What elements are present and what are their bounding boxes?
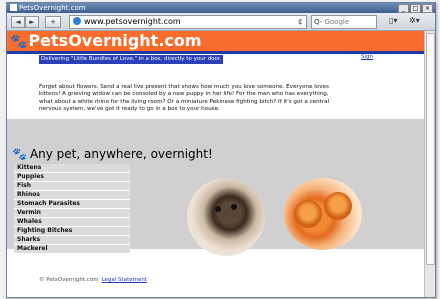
pet-item-rhinos[interactable]: Rhinos [14,191,130,200]
tagline-row: Delivering "Little Bundles of Love," in … [7,54,425,64]
tagline: Delivering "Little Bundles of Love," in … [39,55,224,64]
minimize-button[interactable]: _ [398,4,409,13]
browser-toolbar: ◄ ► + www.petsovernight.com ¢ Q- Google … [7,13,435,31]
sign-in-link[interactable]: Sign [361,54,373,60]
scrollbar-thumb[interactable] [426,33,435,265]
search-icon: Q- [314,18,323,26]
url-text: www.petsovernight.com [84,17,181,26]
back-button[interactable]: ◄ [11,16,25,28]
close-button[interactable]: × [422,4,433,13]
pet-item-kittens[interactable]: Kittens [14,164,130,173]
paw-icon: 🐾 [10,34,28,50]
paw-icon: 🐾 [12,147,27,161]
cat-face [294,200,322,228]
cats-photo [284,178,362,250]
dog-eye [215,206,221,212]
browser-window: PetsOvernight.com _ □ × ◄ ► + www.petsov… [6,2,436,298]
gear-icon[interactable]: ✲▾ [409,16,420,26]
site-brand[interactable]: PetsOvernight.com [28,31,201,50]
browser-icon [10,4,17,11]
cat-face [324,192,352,220]
pet-item-fish[interactable]: Fish [14,182,130,191]
footer-copyright: © PetsOvernight.com [39,277,99,283]
footer: © PetsOvernight.com Legal Statement [39,277,147,283]
url-bar[interactable]: www.petsovernight.com ¢ [69,15,307,29]
pet-item-mackerel[interactable]: Mackerel [14,245,130,254]
search-input[interactable]: Q- Google [311,15,377,29]
pet-item-fighting-bitches[interactable]: Fighting Bitches [14,227,130,236]
reload-icon[interactable]: ¢ [298,16,303,28]
dog-eye [231,204,237,210]
section-title: 🐾 Any pet, anywhere, overnight! [12,147,213,161]
window-controls: _ □ × [398,4,433,13]
maximize-button[interactable]: □ [410,4,421,13]
legal-statement-link[interactable]: Legal Statement [102,277,147,283]
pet-item-stomach-parasites[interactable]: Stomach Parasites [14,200,130,209]
pet-item-sharks[interactable]: Sharks [14,236,130,245]
dog-photo [187,178,265,256]
page-menu-icon[interactable]: ▯▾ [389,16,397,26]
vertical-scrollbar[interactable] [424,31,435,297]
site-header: 🐾PetsOvernight.com [7,31,425,51]
pet-list: Kittens Puppies Fish Rhinos Stomach Para… [14,164,130,254]
globe-icon [73,17,81,25]
search-placeholder: Google [324,18,350,26]
web-page: 🐾PetsOvernight.com Delivering "Little Bu… [7,31,425,297]
title-bar: PetsOvernight.com _ □ × [7,3,435,13]
pet-item-puppies[interactable]: Puppies [14,173,130,182]
add-bookmark-button[interactable]: + [45,16,61,28]
pet-item-vermin[interactable]: Vermin [14,209,130,218]
window-title: PetsOvernight.com [19,4,86,12]
pet-item-whales[interactable]: Whales [14,218,130,227]
intro-text: Forget about flowers. Send a real live p… [39,84,330,112]
forward-button[interactable]: ► [25,16,39,28]
